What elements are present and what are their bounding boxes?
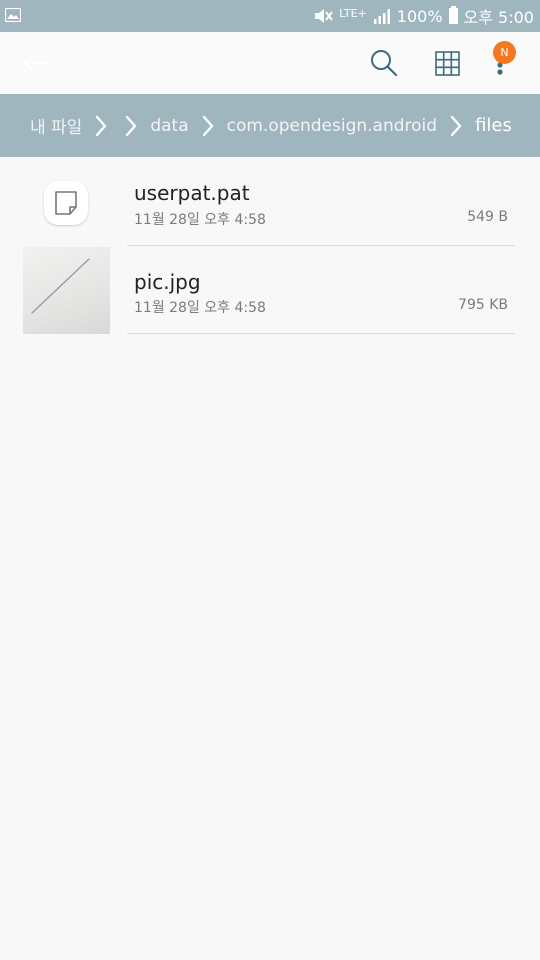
grid-view-icon[interactable]: [435, 51, 460, 76]
file-date: 11월 28일 오후 4:58: [134, 212, 266, 228]
file-size: 795 KB: [458, 297, 508, 313]
chevron-right-icon: [96, 115, 107, 136]
app-bar: N: [0, 32, 540, 94]
status-bar: LTE+ 100% 오후 5:00: [0, 0, 540, 32]
breadcrumb: 내 파일 data com.opendesign.android files: [0, 94, 540, 157]
file-row[interactable]: userpat.pat 11월 28일 오후 4:58 549 B: [0, 157, 540, 246]
notification-badge: N: [493, 41, 516, 64]
file-name: pic.jpg: [134, 270, 201, 294]
file-list: userpat.pat 11월 28일 오후 4:58 549 B pic.jp…: [0, 157, 540, 334]
divider: [127, 333, 515, 334]
mute-icon: [315, 9, 334, 23]
breadcrumb-data[interactable]: data: [150, 116, 188, 136]
breadcrumb-files[interactable]: files: [475, 115, 512, 136]
signal-icon: [373, 9, 390, 24]
image-thumbnail: [23, 247, 110, 334]
network-type: LTE+: [339, 6, 367, 20]
breadcrumb-my-files[interactable]: 내 파일: [30, 113, 82, 138]
search-icon[interactable]: [370, 49, 398, 77]
gallery-icon: [5, 8, 21, 22]
battery-percent: 100%: [396, 6, 443, 26]
back-arrow-icon[interactable]: [22, 50, 50, 76]
chevron-right-icon: [126, 115, 137, 136]
chevron-right-icon: [202, 115, 213, 136]
document-icon: [44, 181, 88, 225]
chevron-right-icon: [450, 115, 462, 136]
file-name: userpat.pat: [134, 181, 250, 205]
file-date: 11월 28일 오후 4:58: [134, 300, 266, 316]
battery-icon: [448, 6, 458, 24]
clock: 오후 5:00: [463, 8, 534, 27]
breadcrumb-package[interactable]: com.opendesign.android: [227, 116, 437, 136]
file-row[interactable]: pic.jpg 11월 28일 오후 4:58 795 KB: [0, 245, 540, 334]
file-size: 549 B: [467, 209, 508, 225]
